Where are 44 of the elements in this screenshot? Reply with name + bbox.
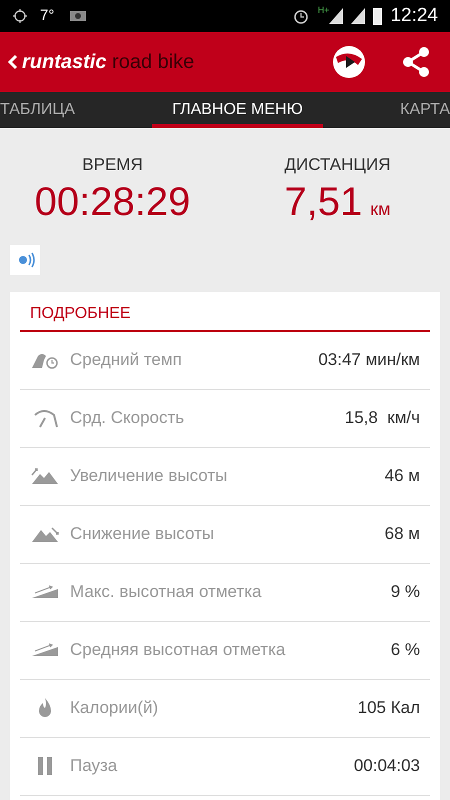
stat-value: 00:04:03 [354, 755, 420, 778]
tab[interactable]: ТАБЛИЦА [0, 92, 75, 128]
app-logo: runtastic road bike [22, 50, 194, 75]
stat-label: Пауза [70, 755, 118, 778]
mountain-down-icon [31, 525, 59, 543]
flame-icon [36, 697, 54, 719]
metric-value: 7,51 км [284, 178, 391, 226]
stat-label: Снижение высоты [70, 523, 214, 546]
voice-coach-icon[interactable] [10, 244, 40, 274]
gps-icon [12, 8, 28, 24]
stat-value: 46 м [384, 465, 420, 488]
stat-value: 68 м [384, 523, 420, 546]
section-header: ПОДРОБНЕЕ [20, 292, 430, 332]
stat-value: 6 % [390, 639, 420, 662]
metric-label: ВРЕМЯ [82, 154, 143, 176]
metric-value: 00:28:29 [34, 178, 190, 226]
stat-value: 03:47 мин/км [318, 349, 420, 372]
stat-label: Увеличение высоты [70, 465, 228, 488]
tab[interactable]: ГЛАВНОЕ МЕНЮ [152, 92, 323, 128]
image-icon [70, 10, 86, 22]
tab[interactable]: КАРТА [400, 92, 450, 128]
stat-label: Средний темп [70, 349, 182, 372]
pause-icon [37, 756, 53, 776]
battery-icon [373, 7, 382, 25]
signal-icon [351, 8, 366, 24]
mountain-up-icon [31, 467, 59, 485]
stat-label: Макс. высотная отметка [70, 581, 262, 604]
metric-label: ДИСТАНЦИЯ [284, 154, 390, 176]
stat-label: Калории(й) [70, 697, 158, 720]
stat-value: 9 % [390, 581, 420, 604]
clock-text: 12:24 [390, 4, 438, 28]
speedometer-icon [32, 407, 58, 429]
share-icon[interactable] [402, 47, 430, 77]
stat-label: Средняя высотная отметка [70, 639, 286, 662]
signal-icon [329, 8, 344, 24]
network-type-text: H+ [318, 4, 330, 17]
slope-icon [31, 585, 59, 599]
stat-value: 105 Кал [358, 697, 420, 720]
stat-label: Срд. Скорость [70, 407, 184, 430]
stat-value: 15,8 км/ч [344, 407, 420, 430]
play-badge-icon[interactable] [332, 45, 366, 79]
back-chevron-icon[interactable] [8, 54, 18, 70]
temperature-text: 7° [40, 6, 54, 26]
slope-icon [31, 643, 59, 657]
